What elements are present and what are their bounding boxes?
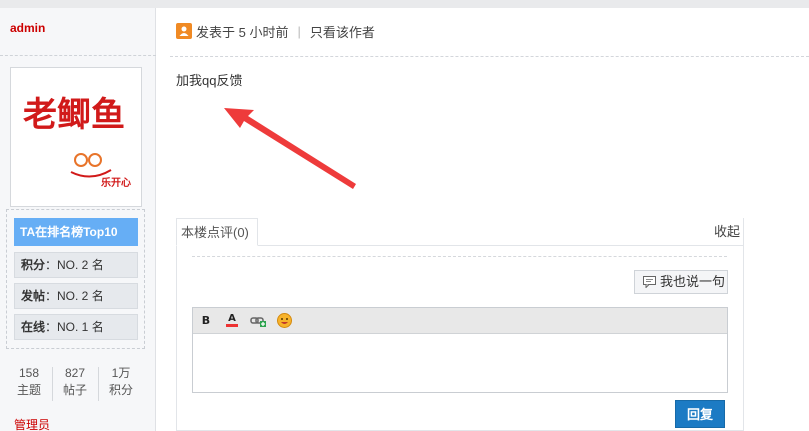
sidebar-divider (0, 55, 156, 56)
say-something-button[interactable]: 我也说一句 (634, 270, 728, 294)
rank-box: TA在排名榜Top10 积分：NO. 2 名 发帖：NO. 2 名 在线：NO.… (6, 209, 145, 349)
tab-comments[interactable]: 本楼点评(0) (176, 218, 258, 246)
post-time: 发表于 5 小时前 (196, 24, 289, 40)
comment-divider (192, 256, 727, 257)
stat-topics[interactable]: 158 主题 (6, 365, 52, 399)
rank-row-posts: 发帖：NO. 2 名 (14, 283, 138, 309)
stat-points[interactable]: 1万 积分 (98, 365, 144, 399)
rank-row-online: 在线：NO. 1 名 (14, 314, 138, 340)
logo-subtext: 乐开心 (101, 176, 131, 189)
font-color-icon[interactable]: A (224, 313, 240, 329)
editor-toolbar: B A (193, 308, 727, 334)
stat-value: 827 (64, 366, 86, 380)
avatar-logo: 老鲫鱼 乐开心 (23, 95, 131, 189)
meta-divider: | (297, 23, 301, 39)
author-name[interactable]: admin (10, 21, 45, 35)
rank-label: 在线 (21, 320, 46, 334)
red-arrow-icon (224, 108, 356, 189)
comment-icon (641, 274, 657, 290)
stat-label: 帖子 (62, 383, 87, 397)
post-divider (170, 56, 809, 57)
stat-label: 主题 (16, 383, 41, 397)
only-author-link[interactable]: 只看该作者 (310, 22, 375, 41)
collapse-link[interactable]: 收起 (714, 221, 740, 240)
rank-label: 发帖 (21, 289, 46, 303)
rank-title[interactable]: TA在排名榜Top10 (14, 218, 138, 246)
author-sidebar: admin 老鲫鱼 乐开心 TA在排名榜Top10 积分：NO. 2 名 发帖：… (0, 8, 156, 431)
stat-value: 1万 (111, 366, 131, 380)
top-border (0, 0, 809, 8)
stat-value: 158 (18, 366, 40, 380)
comment-editor[interactable]: B A (192, 307, 728, 393)
smiley-icon[interactable] (276, 313, 292, 329)
stat-label: 积分 (108, 383, 133, 397)
rank-value: ：NO. 2 名 (45, 289, 104, 303)
post-meta: 发表于 5 小时前 | 只看该作者 (176, 22, 375, 40)
rank-label: 积分 (21, 258, 46, 272)
post-content: 加我qq反馈 (176, 73, 243, 88)
bold-icon[interactable]: B (198, 313, 214, 329)
rank-row-points: 积分：NO. 2 名 (14, 252, 138, 278)
link-icon[interactable] (250, 313, 266, 329)
rank-value: ：NO. 2 名 (45, 258, 104, 272)
avatar[interactable]: 老鲫鱼 乐开心 (10, 67, 142, 207)
comment-tab-line (176, 245, 744, 246)
user-stats: 158 主题 827 帖子 1万 积分 (6, 365, 146, 403)
author-icon (176, 23, 192, 39)
user-role: 管理员 (14, 418, 51, 431)
reply-button[interactable]: 回复 (675, 400, 725, 428)
stat-posts[interactable]: 827 帖子 (52, 365, 98, 399)
rank-value: ：NO. 1 名 (45, 320, 104, 334)
say-button-label: 我也说一句 (660, 274, 726, 289)
logo-text: 老鲫鱼 (23, 95, 125, 135)
